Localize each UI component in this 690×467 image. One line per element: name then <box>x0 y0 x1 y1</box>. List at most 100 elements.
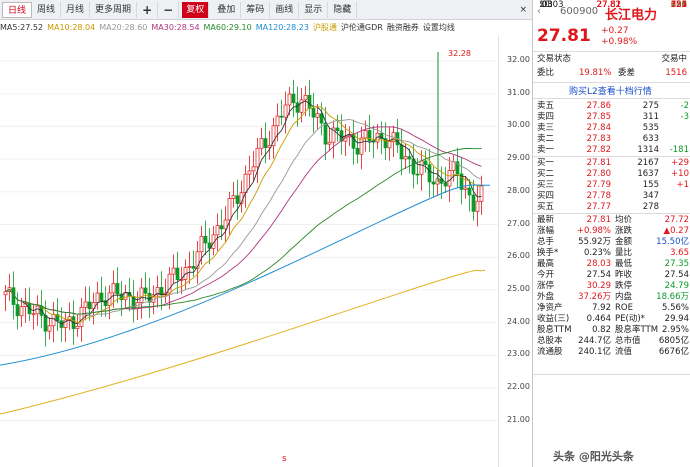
ma-legend-item[interactable]: 融资融券 <box>387 23 419 32</box>
candle-body <box>283 104 288 118</box>
toolbar-item-2[interactable]: 月线 <box>61 1 91 18</box>
divider <box>533 213 690 214</box>
bid-row: 买四 27.78 347 <box>533 191 690 202</box>
divider <box>533 82 690 83</box>
panel-cell: 涨跌 <box>615 226 633 236</box>
ma-legend-item[interactable]: 沪股通 <box>313 23 337 32</box>
candle-body <box>143 287 148 294</box>
toolbar-item-7[interactable]: 叠加 <box>212 1 242 18</box>
candle-body <box>263 138 268 148</box>
stat-row: 总手 55.92万 金额 15.50亿 <box>533 237 690 248</box>
bid-row: 买一 27.81 2167 +29 <box>533 158 690 169</box>
panel-cell: 27.54 <box>664 270 689 280</box>
panel-cell: 27.78 <box>586 191 611 201</box>
panel-cell: ▲0.27 <box>663 226 689 236</box>
y-tick-label: 31.00 <box>507 87 530 97</box>
candle-body <box>475 200 480 212</box>
panel-cell: 买一 <box>537 158 555 168</box>
toolbar-item-5[interactable]: − <box>158 1 180 18</box>
candle-body <box>95 292 100 303</box>
event-marker: s <box>282 454 287 464</box>
panel-cell: 最高 <box>537 259 555 269</box>
panel-cell: 347 <box>642 191 659 201</box>
candle-body <box>471 194 476 212</box>
ask-row: 卖五 27.86 275 -2 <box>533 101 690 112</box>
price-change: +0.27 <box>601 26 629 36</box>
panel-cell: 27.35 <box>664 259 689 269</box>
panel-cell: 244.7亿 <box>578 336 611 346</box>
ma-line <box>5 147 482 315</box>
toolbar-item-4[interactable]: + <box>137 1 159 18</box>
close-icon[interactable]: × <box>514 2 532 18</box>
candle-body <box>171 267 176 275</box>
candle-body <box>187 266 192 268</box>
panel-cell: 股息率TTM <box>615 325 659 335</box>
panel-cell: 37.26万 <box>578 292 611 302</box>
ma-legend-item[interactable]: 设置均线 <box>423 23 455 32</box>
panel-cell: +10 <box>671 169 689 179</box>
candle-body <box>463 187 468 190</box>
panel-cell: 1314 <box>637 145 659 155</box>
panel-cell: 2167 <box>637 158 659 168</box>
panel-cell: 55.92万 <box>578 237 611 247</box>
panel-cell: 卖二 <box>537 134 555 144</box>
candle-body <box>223 219 228 230</box>
candle-body <box>251 166 256 172</box>
candle-body <box>423 160 428 165</box>
y-tick-label: 27.00 <box>507 218 530 228</box>
panel-cell: 27.80 <box>586 169 611 179</box>
toolbar-item-1[interactable]: 周线 <box>32 1 62 18</box>
toolbar-item-8[interactable]: 筹码 <box>241 1 271 18</box>
toolbar-item-3[interactable]: 更多周期 <box>90 1 138 18</box>
panel-cell: 27.82 <box>586 145 611 155</box>
toolbar-item-10[interactable]: 显示 <box>299 1 329 18</box>
panel-cell: 流通股 <box>537 347 563 357</box>
panel-cell: 交易中 <box>661 54 687 64</box>
candle-body <box>47 325 52 332</box>
panel-cell: 7.92 <box>592 303 611 313</box>
candle-body <box>451 161 456 171</box>
panel-cell: 278 <box>642 202 659 212</box>
ma-line <box>5 118 482 316</box>
candle-body <box>99 292 104 301</box>
panel-cell: 2.95% <box>661 325 689 335</box>
bid-row: 买二 27.80 1637 +10 <box>533 169 690 180</box>
panel-cell: 0.82 <box>592 325 611 335</box>
toolbar-item-0[interactable]: 日线 <box>2 1 33 18</box>
candle-body <box>79 306 84 327</box>
panel-cell: 收益(三) <box>537 314 570 324</box>
kline-chart[interactable]: 32.28 s <box>0 35 532 467</box>
toolbar-item-6[interactable]: 复权 <box>182 1 210 18</box>
ma-legend-item[interactable]: 沪伦通GDR <box>341 23 383 32</box>
candle-body <box>479 185 484 202</box>
panel-cell: 27.83 <box>586 134 611 144</box>
ma-line <box>5 126 482 315</box>
panel-cell: 3.65 <box>670 248 689 258</box>
y-tick-label: 30.00 <box>507 120 530 130</box>
level2-link[interactable]: 购买L2查看十档行情 <box>569 84 652 97</box>
divider <box>533 156 690 157</box>
stat-row: 最高 28.03 最低 27.35 <box>533 259 690 270</box>
candle-body <box>275 115 280 127</box>
candle-body <box>31 313 36 316</box>
ask-row: 卖一 27.82 1314 -181 <box>533 145 690 156</box>
ask-row: 卖四 27.85 311 -3 <box>533 112 690 123</box>
candle-body <box>355 147 360 155</box>
current-price: 27.81 <box>537 26 591 46</box>
panel-cell: 内盘 <box>615 292 633 302</box>
candle-body <box>419 160 424 175</box>
y-tick-label: 26.00 <box>507 251 530 261</box>
panel-cell: 275 <box>642 101 659 111</box>
panel-cell: 股息TTM <box>537 325 572 335</box>
panel-cell: 委比 <box>537 68 555 78</box>
panel-cell: 买二 <box>537 169 555 179</box>
toolbar-item-11[interactable]: 隐藏 <box>328 1 358 18</box>
candle-body <box>175 267 180 280</box>
candle-body <box>83 301 88 308</box>
candle-body <box>247 170 252 175</box>
panel-cell: 27.72 <box>664 215 689 225</box>
toolbar-item-9[interactable]: 画线 <box>270 1 300 18</box>
panel-cell: 633 <box>642 134 659 144</box>
ma-legend-item: MA5:27.52 <box>0 23 44 32</box>
candle-body <box>15 304 20 317</box>
